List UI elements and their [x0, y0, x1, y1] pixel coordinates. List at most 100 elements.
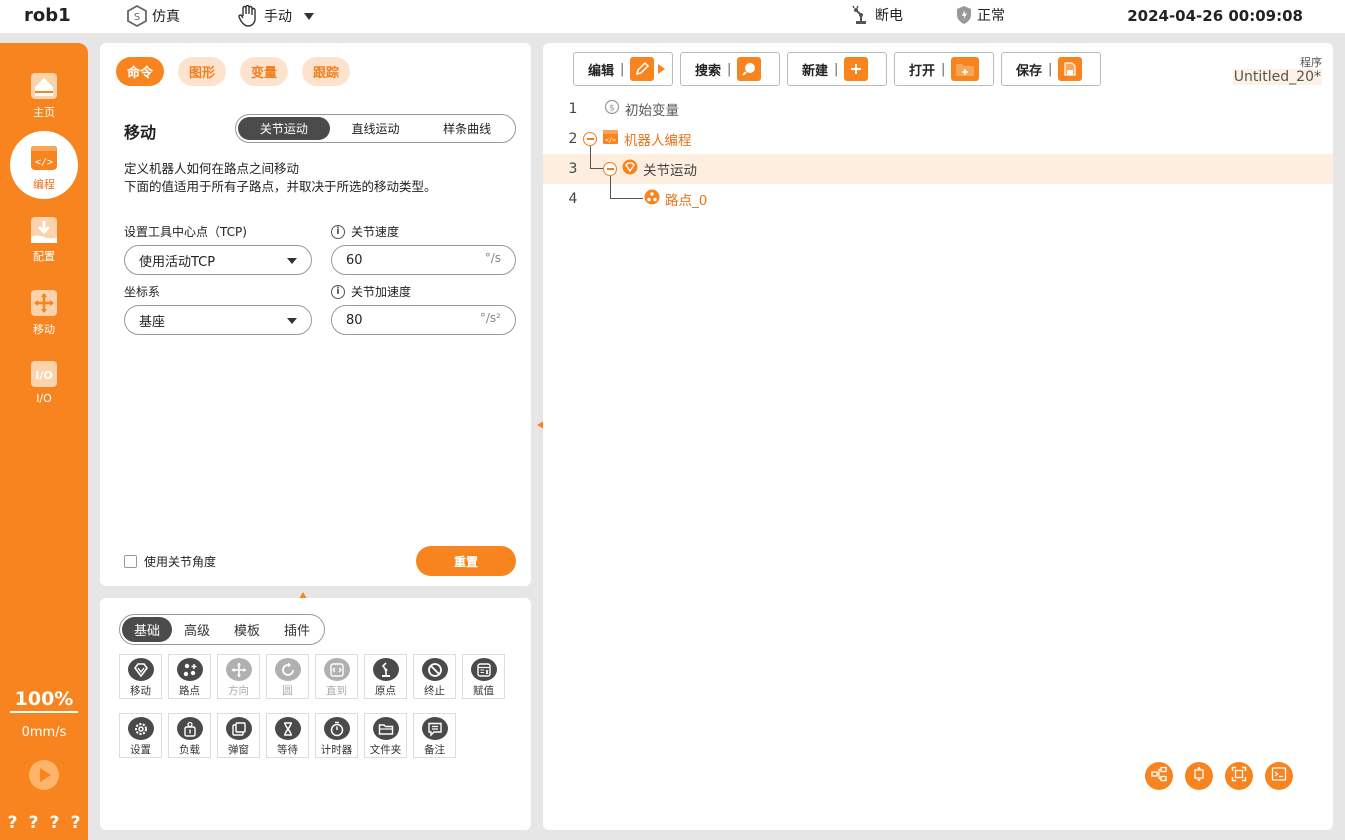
- collapse-minus-icon[interactable]: [583, 132, 597, 146]
- tool-popup[interactable]: 弹窗: [217, 713, 260, 758]
- joint-speed-input[interactable]: 60 °/s: [331, 245, 516, 275]
- sidebar: 主页 </> 编程 配置 移动 I/O I/O 100% 0mm/s ? ? ?…: [0, 43, 88, 840]
- tree-row-waypoint[interactable]: 4 路点_0: [543, 184, 1333, 214]
- tool-folder[interactable]: 文件夹: [364, 713, 407, 758]
- waypoint-node-icon: [644, 189, 660, 209]
- tool-label: 直到: [326, 685, 347, 697]
- move-description: 定义机器人如何在路点之间移动 下面的值适用于所有子路点，并取决于所选的移动类型。: [124, 160, 437, 196]
- section-title: 移动: [124, 123, 157, 142]
- expand-vertical-button[interactable]: [1185, 762, 1213, 790]
- open-button[interactable]: 打开 |: [894, 52, 994, 86]
- tool-waypoint[interactable]: 路点: [168, 654, 211, 699]
- speed-percent[interactable]: 100%: [10, 688, 78, 713]
- console-button[interactable]: [1265, 762, 1293, 790]
- tab-variables[interactable]: 变量: [240, 57, 289, 86]
- search-button[interactable]: 搜索 |: [680, 52, 780, 86]
- top-bar: rob1 S 仿真 手动 断电 正常 2024-04-26 00:09:08: [0, 0, 1345, 33]
- timer-icon: [323, 717, 350, 740]
- reset-button[interactable]: 重置: [416, 546, 516, 576]
- tool-label: 圆: [282, 685, 293, 697]
- folder-icon: [372, 717, 399, 740]
- shield-icon: [955, 5, 973, 25]
- tool-label: 设置: [130, 744, 151, 756]
- use-joint-angle-checkbox[interactable]: [124, 555, 137, 568]
- svg-text:S: S: [134, 12, 140, 23]
- collapse-minus-icon[interactable]: [603, 162, 617, 176]
- edit-button[interactable]: 编辑 |: [573, 52, 673, 86]
- joint-accel-input[interactable]: 80 °/s²: [331, 305, 516, 335]
- tool-stop[interactable]: 终止: [413, 654, 456, 699]
- manual-label: 手动: [264, 9, 292, 25]
- speed-value: 0mm/s: [21, 725, 67, 740]
- move-type-joint[interactable]: 关节运动: [238, 117, 330, 140]
- tcp-value: 使用活动TCP: [139, 254, 216, 270]
- joint-speed-label: i 关节速度: [331, 223, 399, 240]
- separator: |: [727, 61, 732, 77]
- simulation-mode[interactable]: S 仿真: [126, 5, 180, 27]
- tab-trace[interactable]: 跟踪: [302, 57, 351, 86]
- tool-comment[interactable]: 备注: [413, 713, 456, 758]
- joint-accel-label: i 关节加速度: [331, 283, 411, 300]
- datetime: 2024-04-26 00:09:08: [1127, 7, 1303, 25]
- info-icon[interactable]: i: [331, 284, 345, 299]
- tab-graphics[interactable]: 图形: [178, 57, 227, 86]
- play-small-icon: [658, 64, 666, 74]
- tool-home-position[interactable]: 原点: [364, 654, 407, 699]
- tool-direction[interactable]: 方向: [217, 654, 260, 699]
- tool-settings[interactable]: 设置: [119, 713, 162, 758]
- new-button[interactable]: 新建 |: [787, 52, 887, 86]
- sidebar-item-move[interactable]: 移动: [0, 280, 88, 344]
- move-type-spline[interactable]: 样条曲线: [421, 117, 513, 140]
- tcp-select[interactable]: 使用活动TCP: [124, 245, 312, 275]
- tree-label: 路点_0: [665, 193, 708, 209]
- tool-label: 备注: [424, 744, 445, 756]
- sidebar-item-io[interactable]: I/O I/O: [0, 351, 88, 415]
- tool-circle[interactable]: 圆: [266, 654, 309, 699]
- save-button[interactable]: 保存 |: [1001, 52, 1101, 86]
- tool-payload[interactable]: 负载: [168, 713, 211, 758]
- sidebar-item-program[interactable]: </> 编程: [0, 131, 88, 199]
- tree-row-robot-program[interactable]: 2 </> 机器人编程: [543, 124, 1333, 154]
- tab-advanced[interactable]: 高级: [172, 617, 222, 642]
- fit-screen-button[interactable]: [1225, 762, 1253, 790]
- sidebar-item-config[interactable]: 配置: [0, 207, 88, 271]
- chevron-down-icon: [304, 12, 314, 20]
- move-type-linear[interactable]: 直线运动: [330, 117, 422, 140]
- tool-label: 等待: [277, 744, 298, 756]
- tool-wait[interactable]: 等待: [266, 713, 309, 758]
- manual-mode-dropdown[interactable]: 手动: [236, 5, 314, 27]
- program-panel: 编辑 | 搜索 | 新建 | 打开 | 保存 | 程序 Untitled_20*…: [543, 43, 1333, 830]
- tree-row-init-variables[interactable]: 1 $ 初始变量: [543, 94, 1333, 124]
- joint-speed-value: 60: [346, 252, 363, 268]
- tab-template[interactable]: 模板: [222, 617, 272, 642]
- info-icon[interactable]: i: [331, 224, 345, 239]
- frame-select[interactable]: 基座: [124, 305, 312, 335]
- sidebar-item-home[interactable]: 主页: [0, 63, 88, 127]
- tab-command[interactable]: 命令: [116, 57, 165, 86]
- popup-icon: [225, 717, 252, 740]
- play-button[interactable]: [29, 760, 59, 790]
- separator: |: [620, 61, 625, 77]
- joint-accel-unit: °/s²: [479, 311, 501, 325]
- tool-timer[interactable]: 计时器: [315, 713, 358, 758]
- comment-icon: [421, 717, 448, 740]
- edit-icon: [630, 57, 655, 81]
- program-label: 程序: [1300, 56, 1322, 69]
- tool-move[interactable]: 移动: [119, 654, 162, 699]
- tool-assign[interactable]: 赋值: [462, 654, 505, 699]
- tool-until[interactable]: 直到: [315, 654, 358, 699]
- tab-plugin[interactable]: 插件: [272, 617, 322, 642]
- bottom-mark: ?: [28, 813, 39, 833]
- robot-name[interactable]: rob1: [24, 5, 71, 26]
- power-status[interactable]: 断电: [851, 5, 903, 25]
- tree-row-joint-move[interactable]: 3 关节运动: [543, 154, 1333, 184]
- frame-label-text: 坐标系: [124, 285, 161, 299]
- use-joint-angle-row[interactable]: 使用关节角度: [124, 553, 216, 570]
- robot-program-icon: </>: [602, 129, 619, 149]
- tab-basic[interactable]: 基础: [122, 617, 173, 642]
- tree-structure-button[interactable]: [1145, 762, 1173, 790]
- settings-icon: [127, 717, 154, 740]
- safety-status[interactable]: 正常: [955, 5, 1005, 25]
- tree-connector: [610, 198, 643, 199]
- sidebar-item-label: 编程: [33, 178, 55, 191]
